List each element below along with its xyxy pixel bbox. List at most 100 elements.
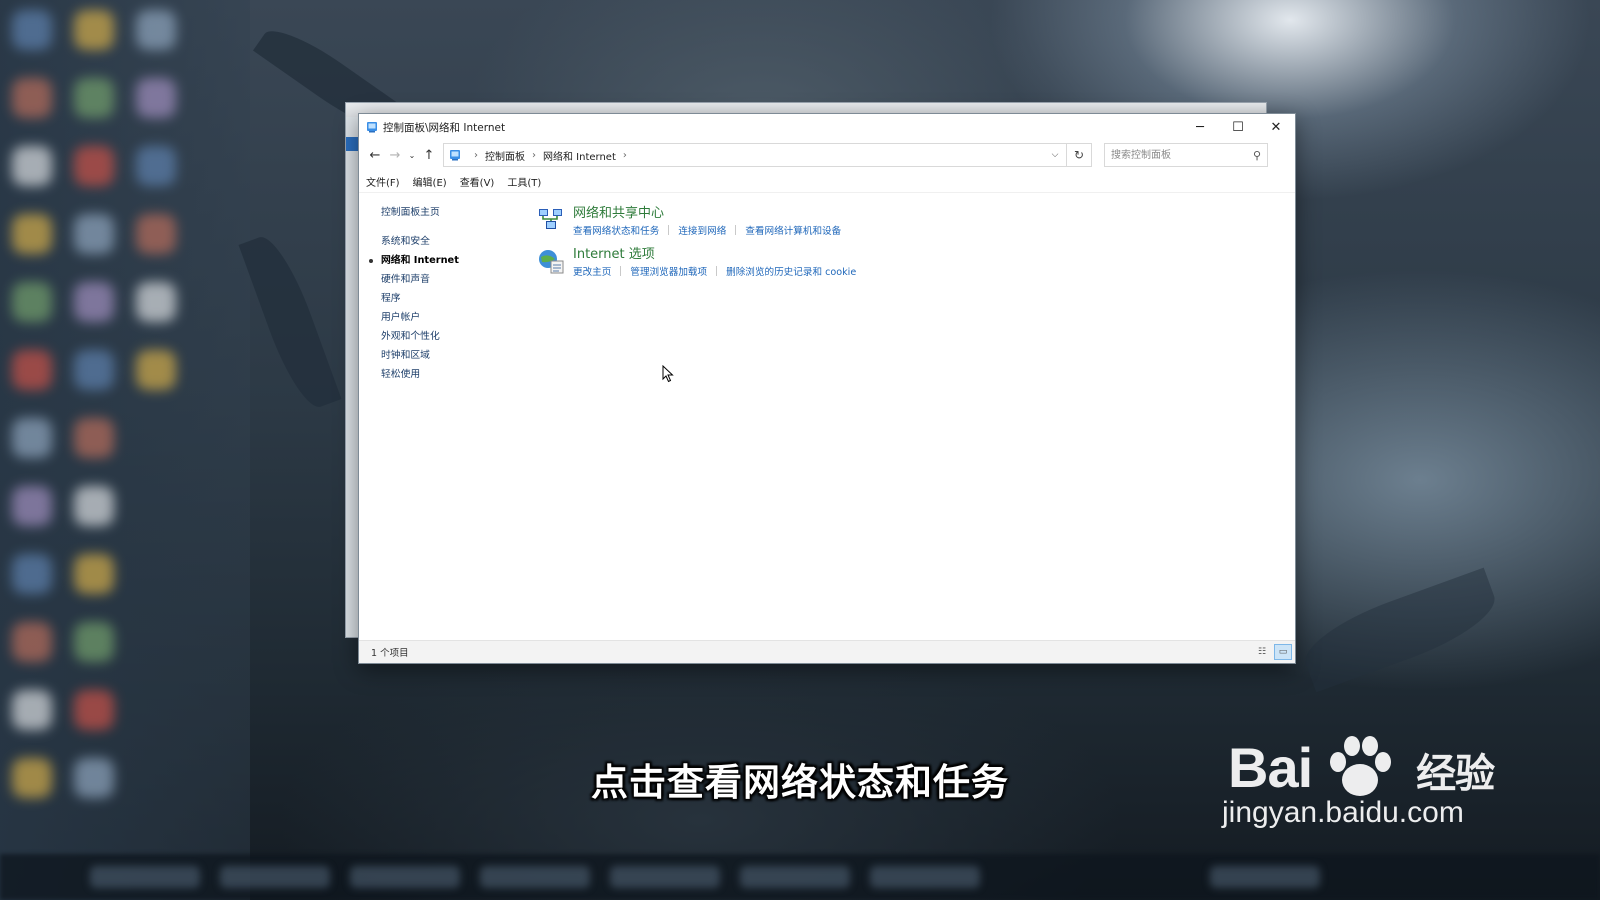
link-view-network-computers[interactable]: 查看网络计算机和设备	[745, 223, 841, 237]
desktop-icon[interactable]	[74, 690, 114, 730]
internet-options-icon[interactable]	[537, 247, 565, 275]
search-input[interactable]	[1105, 148, 1247, 162]
menu-edit[interactable]: 编辑(E)	[413, 174, 447, 189]
breadcrumb-separator-icon[interactable]: ›	[474, 150, 478, 161]
link-change-homepage[interactable]: 更改主页	[573, 264, 611, 278]
taskbar-item[interactable]	[480, 866, 590, 888]
sidebar-item-network-internet[interactable]: 网络和 Internet	[369, 251, 531, 270]
sidebar-home-link[interactable]: 控制面板主页	[381, 204, 531, 218]
desktop-icon[interactable]	[74, 418, 114, 458]
sidebar-item-system-security[interactable]: 系统和安全	[381, 232, 531, 251]
desktop-icon[interactable]	[136, 214, 176, 254]
desktop-icon[interactable]	[136, 350, 176, 390]
menu-view[interactable]: 查看(V)	[460, 174, 495, 189]
arrow-up-icon: ↑	[423, 147, 435, 163]
desktop-icon[interactable]	[74, 78, 114, 118]
link-divider	[716, 266, 718, 276]
breadcrumb-network-internet[interactable]: 网络和 Internet	[543, 148, 616, 163]
title-bar[interactable]: 控制面板\网络和 Internet ─ ☐ ✕	[359, 114, 1295, 140]
desktop-icon[interactable]	[136, 146, 176, 186]
refresh-button[interactable]: ↻	[1067, 143, 1092, 167]
taskbar-item[interactable]	[220, 866, 330, 888]
maximize-button[interactable]: ☐	[1219, 114, 1257, 140]
desktop-icon[interactable]	[12, 486, 52, 526]
watermark-brand: Bai 经验	[1228, 735, 1495, 800]
details-view-button[interactable]: ☷	[1253, 644, 1271, 660]
minimize-button[interactable]: ─	[1181, 114, 1219, 140]
desktop-icon[interactable]	[74, 146, 114, 186]
desktop-icon[interactable]	[12, 78, 52, 118]
sidebar-item-ease-of-access[interactable]: 轻松使用	[381, 365, 531, 384]
desktop-icon[interactable]	[74, 214, 114, 254]
desktop-icon[interactable]	[12, 282, 52, 322]
forward-button[interactable]: →	[385, 144, 405, 166]
category-internet-options: Internet 选项 更改主页 管理浏览器加载项 删除浏览的历史记录和 cooki…	[537, 247, 856, 278]
sidebar-item-clock-region[interactable]: 时钟和区域	[381, 346, 531, 365]
background-window-tab	[346, 137, 358, 151]
desktop-icon[interactable]	[74, 486, 114, 526]
menu-tools[interactable]: 工具(T)	[507, 174, 541, 189]
category-links: 查看网络状态和任务 连接到网络 查看网络计算机和设备	[573, 223, 841, 237]
sidebar-item-user-accounts[interactable]: 用户帐户	[381, 308, 531, 327]
breadcrumb-separator-icon[interactable]: ›	[532, 150, 536, 161]
sidebar-item-appearance[interactable]: 外观和个性化	[381, 327, 531, 346]
recent-locations-button[interactable]: ⌄	[405, 144, 419, 166]
sidebar-item-hardware-sound[interactable]: 硬件和声音	[381, 270, 531, 289]
taskbar-item[interactable]	[350, 866, 460, 888]
address-bar[interactable]: › 控制面板 › 网络和 Internet › ⌵	[443, 143, 1067, 167]
desktop-icon[interactable]	[12, 146, 52, 186]
back-button[interactable]: ←	[365, 144, 385, 166]
desktop-icon[interactable]	[12, 10, 52, 50]
desktop-icon[interactable]	[12, 350, 52, 390]
taskbar-item[interactable]	[740, 866, 850, 888]
link-divider	[668, 225, 670, 235]
sidebar-item-programs[interactable]: 程序	[381, 289, 531, 308]
desktop-icon[interactable]	[74, 554, 114, 594]
item-count: 1 个项目	[371, 648, 409, 659]
taskbar-item[interactable]	[870, 866, 980, 888]
desktop-icon[interactable]	[136, 10, 176, 50]
network-sharing-center-icon[interactable]	[537, 206, 565, 234]
breadcrumb-control-panel[interactable]: 控制面板	[485, 148, 525, 163]
large-icons-view-icon: ▭	[1278, 647, 1288, 657]
desktop-icon[interactable]	[12, 418, 52, 458]
link-view-network-status[interactable]: 查看网络状态和任务	[573, 223, 659, 237]
taskbar-item[interactable]	[610, 866, 720, 888]
search-icon[interactable]: ⚲	[1247, 149, 1267, 162]
desktop-icon[interactable]	[136, 282, 176, 322]
category-title[interactable]: Internet 选项	[573, 247, 856, 263]
link-delete-history[interactable]: 删除浏览的历史记录和 cookie	[726, 264, 856, 278]
baidu-watermark: Bai 经验 jingyan.baidu.com	[1222, 735, 1495, 830]
close-icon: ✕	[1270, 119, 1282, 135]
link-connect-to-network[interactable]: 连接到网络	[678, 223, 726, 237]
desktop-icon[interactable]	[12, 690, 52, 730]
category-links: 更改主页 管理浏览器加载项 删除浏览的历史记录和 cookie	[573, 264, 856, 278]
desktop-icon[interactable]	[12, 214, 52, 254]
mouse-cursor-icon	[662, 365, 674, 383]
arrow-left-icon: ←	[369, 147, 381, 163]
desktop-icon[interactable]	[74, 622, 114, 662]
taskbar-item[interactable]	[1210, 866, 1320, 888]
chevron-down-icon: ⌄	[408, 150, 416, 160]
up-button[interactable]: ↑	[419, 144, 439, 166]
address-row: ← → ⌄ ↑ › 控制面板 › 网络和 Internet › ⌵ ↻ ⚲	[359, 140, 1295, 170]
address-dropdown-icon[interactable]: ⌵	[1043, 150, 1066, 160]
breadcrumb-separator-icon[interactable]: ›	[623, 150, 627, 161]
menu-file[interactable]: 文件(F)	[366, 174, 400, 189]
category-title[interactable]: 网络和共享中心	[573, 206, 841, 222]
category-list: 网络和共享中心 查看网络状态和任务 连接到网络 查看网络计算机和设备 Interne…	[537, 206, 856, 288]
desktop-icon[interactable]	[136, 78, 176, 118]
search-box[interactable]: ⚲	[1104, 143, 1268, 167]
desktop-icon[interactable]	[74, 350, 114, 390]
link-manage-addons[interactable]: 管理浏览器加载项	[630, 264, 707, 278]
background-window-sidebar	[346, 117, 358, 637]
large-icons-view-button[interactable]: ▭	[1274, 644, 1292, 660]
taskbar-item[interactable]	[90, 866, 200, 888]
watermark-url: jingyan.baidu.com	[1222, 796, 1464, 829]
desktop-icon[interactable]	[74, 282, 114, 322]
desktop-icon[interactable]	[74, 10, 114, 50]
watermark-bai: Bai	[1228, 736, 1313, 799]
desktop-icon[interactable]	[12, 554, 52, 594]
close-button[interactable]: ✕	[1257, 114, 1295, 140]
desktop-icon[interactable]	[12, 622, 52, 662]
